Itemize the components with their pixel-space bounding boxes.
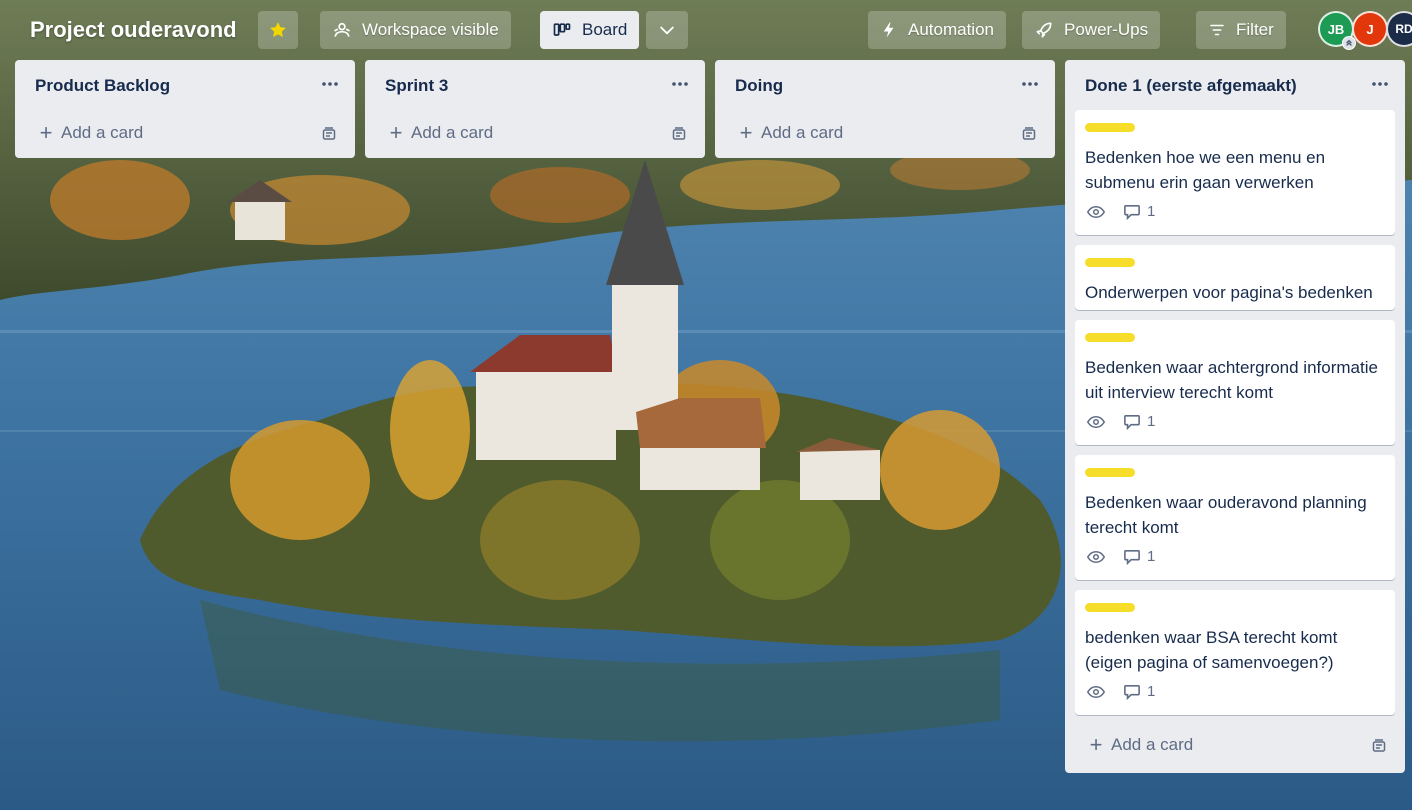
- filter-button[interactable]: Filter: [1196, 11, 1286, 49]
- watch-badge: [1087, 205, 1105, 219]
- automation-label: Automation: [908, 20, 994, 39]
- card[interactable]: bedenken waar BSA terecht komt (eigen pa…: [1075, 590, 1395, 715]
- avatar[interactable]: RD: [1386, 11, 1412, 47]
- avatar[interactable]: JB: [1318, 11, 1356, 50]
- card-template-icon[interactable]: [321, 126, 337, 147]
- card-label-yellow[interactable]: [1085, 333, 1135, 342]
- watch-badge: [1087, 415, 1105, 429]
- board-view-button[interactable]: Board: [540, 11, 640, 49]
- workspace-visibility-button[interactable]: Workspace visible: [320, 11, 511, 49]
- board-title[interactable]: Project ouderavond: [20, 10, 247, 50]
- list-title[interactable]: Sprint 3: [385, 76, 448, 96]
- card-badges: 1: [1087, 203, 1155, 220]
- list-title[interactable]: Done 1 (eerste afgemaakt): [1085, 76, 1297, 96]
- card-title: Bedenken waar achtergrond informatie uit…: [1085, 358, 1378, 402]
- plus-icon: +: [1089, 732, 1103, 757]
- star-board-button[interactable]: [258, 11, 298, 49]
- more-horizontal-icon[interactable]: [1369, 74, 1391, 94]
- add-card-button[interactable]: + Add a card: [387, 120, 494, 145]
- board-icon: [553, 23, 571, 36]
- power-ups-button[interactable]: Power-Ups: [1022, 11, 1161, 49]
- comment-icon: [1124, 684, 1140, 700]
- list-title[interactable]: Doing: [735, 76, 783, 96]
- lightning-icon: [883, 22, 894, 38]
- list-doing[interactable]: Doing + Add a card: [715, 60, 1055, 158]
- board-view-label: Board: [582, 20, 628, 39]
- more-horizontal-icon[interactable]: [1019, 74, 1041, 94]
- comments-badge: 1: [1123, 683, 1155, 700]
- chevron-down-icon: [660, 26, 674, 35]
- more-horizontal-icon[interactable]: [669, 74, 691, 94]
- card-label-yellow[interactable]: [1085, 603, 1135, 612]
- add-card-button[interactable]: + Add a card: [737, 120, 844, 145]
- add-card-button[interactable]: + Add a card: [37, 120, 144, 145]
- plus-icon: +: [39, 120, 53, 145]
- power-ups-label: Power-Ups: [1064, 20, 1149, 39]
- workspace-visible-label: Workspace visible: [362, 20, 499, 39]
- star-icon: [270, 22, 286, 38]
- list-title[interactable]: Product Backlog: [35, 76, 170, 96]
- card-label-yellow[interactable]: [1085, 258, 1135, 267]
- list-done-1[interactable]: Done 1 (eerste afgemaakt) Bedenken hoe w…: [1065, 60, 1405, 773]
- board-members: JB J RD: [1318, 11, 1412, 50]
- comments-badge: 1: [1123, 413, 1155, 430]
- watch-badge: [1087, 685, 1105, 699]
- eye-icon: [1087, 415, 1105, 428]
- plus-icon: +: [389, 120, 403, 145]
- card-label-yellow[interactable]: [1085, 123, 1135, 132]
- card-label-yellow[interactable]: [1085, 468, 1135, 477]
- card-title: Bedenken waar ouderavond planning terech…: [1085, 493, 1367, 537]
- card[interactable]: Bedenken waar ouderavond planning terech…: [1075, 455, 1395, 580]
- comments-badge: 1: [1123, 548, 1155, 565]
- card-template-icon[interactable]: [1021, 126, 1037, 147]
- card-badges: 1: [1087, 548, 1155, 565]
- filter-icon: [1210, 24, 1224, 36]
- list-sprint-3[interactable]: Sprint 3 + Add a card: [365, 60, 705, 158]
- card-template-icon[interactable]: [671, 126, 687, 147]
- people-icon: [334, 22, 350, 37]
- add-card-button[interactable]: + Add a card: [1087, 732, 1194, 757]
- eye-icon: [1087, 685, 1105, 698]
- card[interactable]: Bedenken hoe we een menu en submenu erin…: [1075, 110, 1395, 235]
- switch-view-button[interactable]: [646, 11, 688, 49]
- avatar[interactable]: J: [1352, 11, 1388, 47]
- board-header: Project ouderavond Workspace visible Boa…: [0, 0, 1412, 62]
- more-horizontal-icon[interactable]: [319, 74, 341, 94]
- card-badges: 1: [1087, 413, 1155, 430]
- card[interactable]: Onderwerpen voor pagina's bedenken: [1075, 245, 1395, 310]
- list-product-backlog[interactable]: Product Backlog + Add a card: [15, 60, 355, 158]
- plus-icon: +: [739, 120, 753, 145]
- watch-badge: [1087, 550, 1105, 564]
- card-template-icon[interactable]: [1371, 738, 1387, 759]
- eye-icon: [1087, 550, 1105, 563]
- card-badges: 1: [1087, 683, 1155, 700]
- comment-icon: [1124, 549, 1140, 565]
- card-title: bedenken waar BSA terecht komt (eigen pa…: [1085, 628, 1338, 672]
- filter-label: Filter: [1236, 20, 1274, 39]
- eye-icon: [1087, 205, 1105, 218]
- comment-icon: [1124, 204, 1140, 220]
- comment-icon: [1124, 414, 1140, 430]
- card-title: Bedenken hoe we een menu en submenu erin…: [1085, 148, 1326, 192]
- card[interactable]: Bedenken waar achtergrond informatie uit…: [1075, 320, 1395, 445]
- card-title: Onderwerpen voor pagina's bedenken: [1085, 283, 1373, 302]
- comments-badge: 1: [1123, 203, 1155, 220]
- rocket-icon: [1036, 22, 1052, 38]
- automation-button[interactable]: Automation: [868, 11, 1006, 49]
